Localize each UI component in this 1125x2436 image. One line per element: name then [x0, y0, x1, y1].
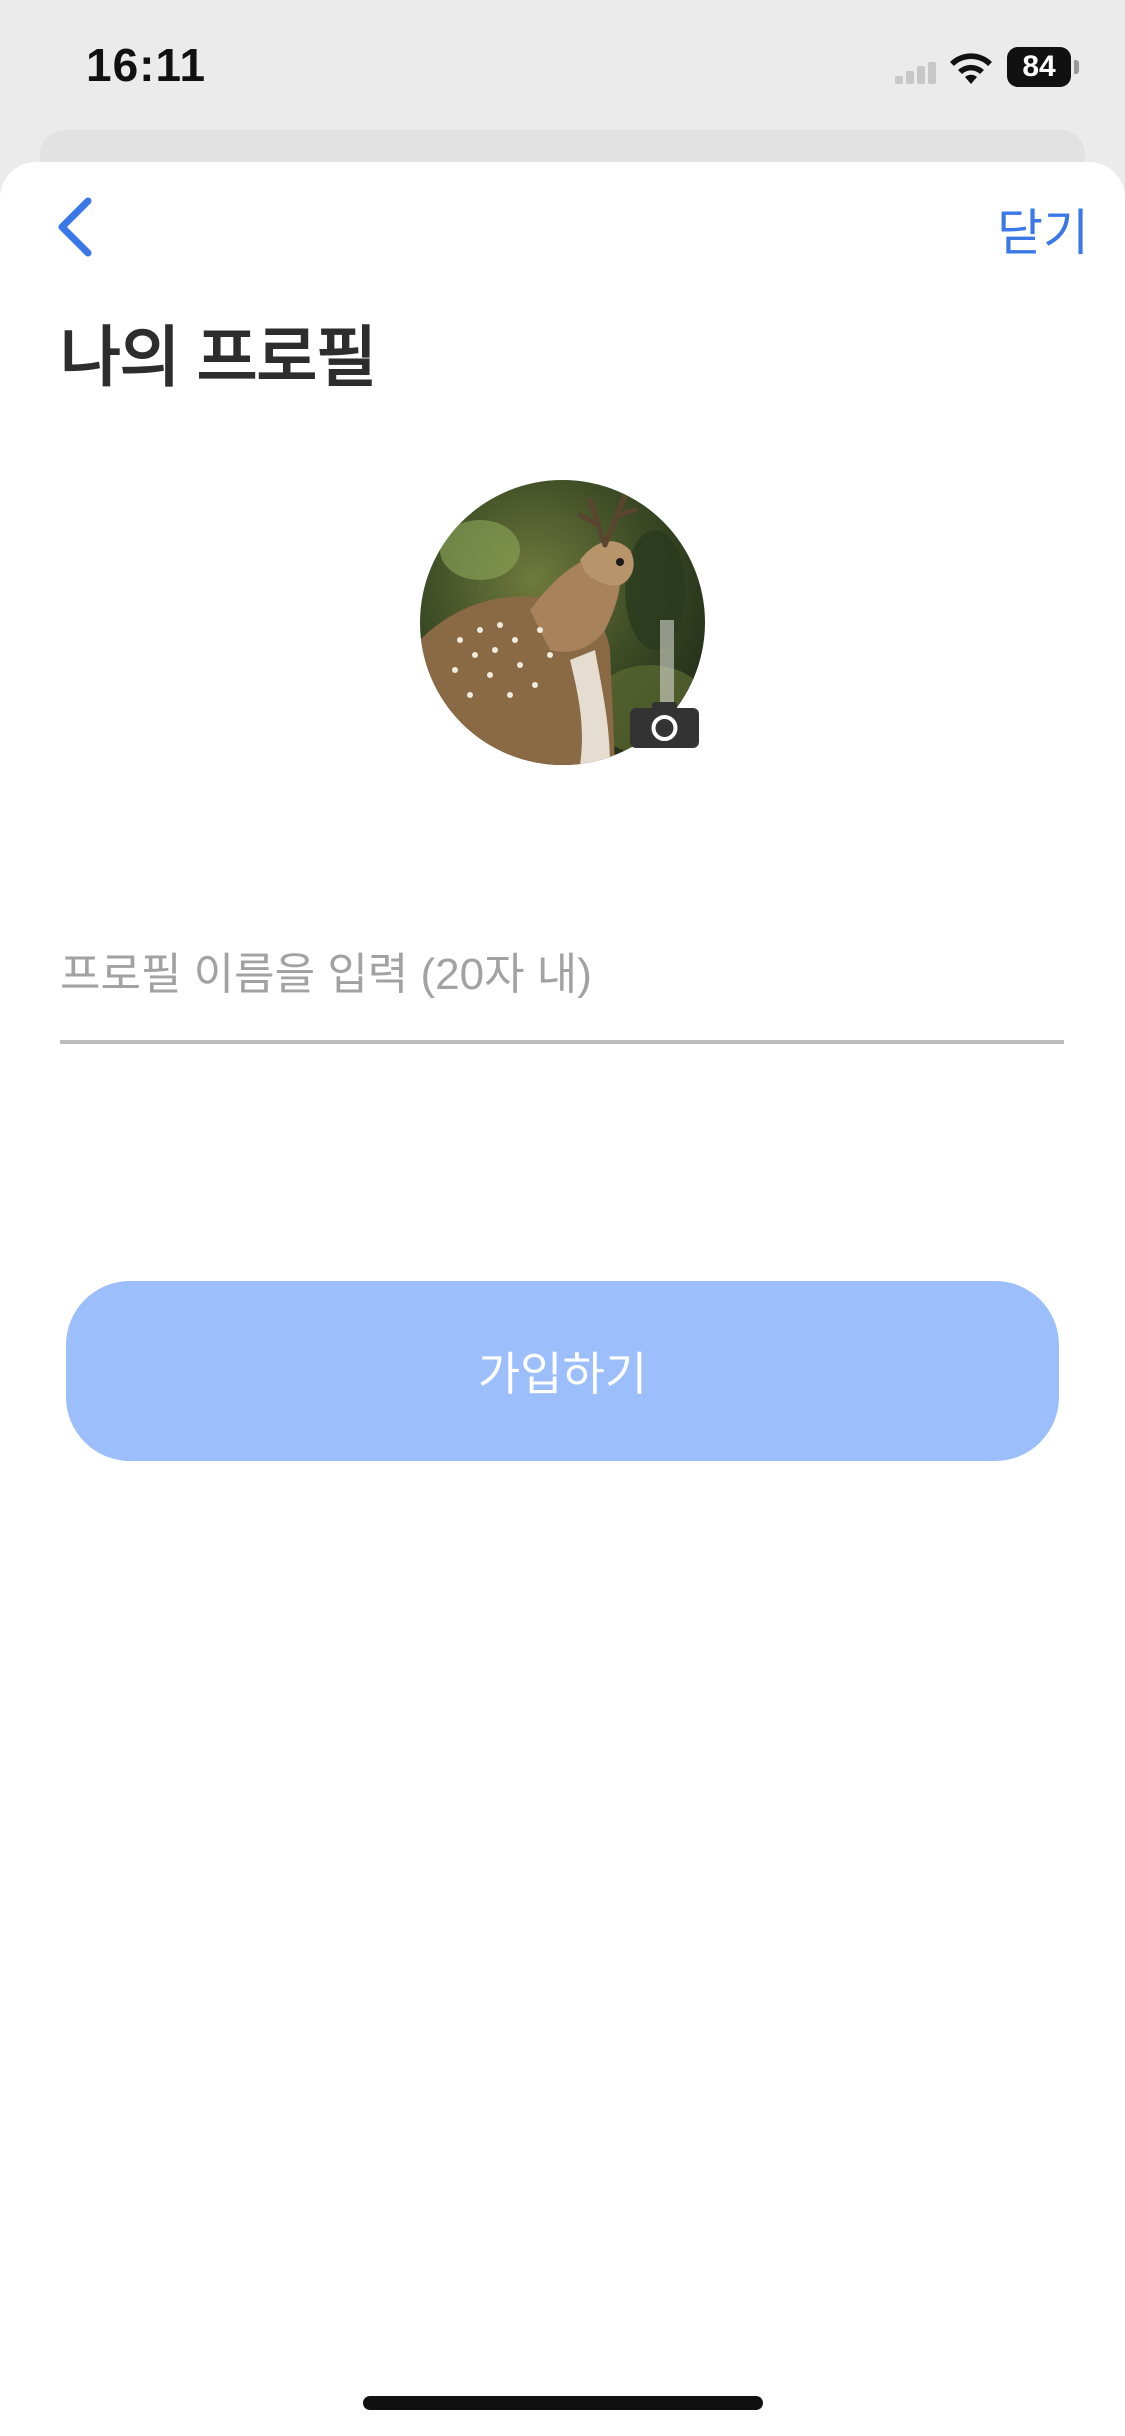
signup-button[interactable]: 가입하기	[66, 1281, 1059, 1461]
camera-icon[interactable]	[630, 700, 699, 748]
wifi-icon	[950, 53, 992, 84]
profile-name-input[interactable]	[60, 940, 1064, 1010]
page-title: 나의 프로필	[60, 320, 377, 394]
battery-icon: 84	[1007, 47, 1079, 87]
battery-level: 84	[1007, 47, 1071, 87]
status-time: 16:11	[86, 39, 207, 91]
chevron-left-icon	[58, 197, 92, 257]
status-bar: 16:11 84	[0, 0, 1125, 140]
back-button[interactable]	[52, 195, 102, 259]
signal-icon	[895, 62, 936, 84]
close-button[interactable]: 닫기	[997, 193, 1089, 265]
home-indicator	[363, 2396, 763, 2410]
input-underline	[60, 1040, 1064, 1044]
